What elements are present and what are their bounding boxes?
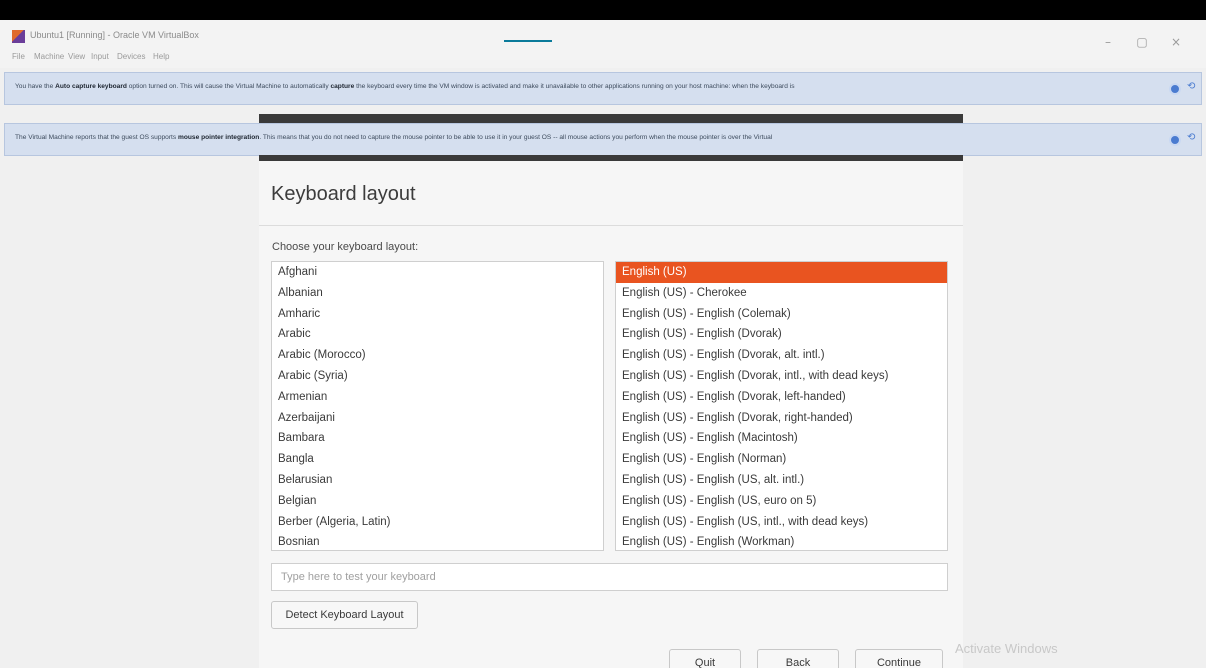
- dismiss-notice-icon[interactable]: ⟲: [1187, 81, 1195, 92]
- menu-devices[interactable]: Devices: [117, 52, 145, 61]
- activate-windows-watermark: Activate Windows: [955, 641, 1058, 656]
- variant-list-item[interactable]: English (US) - English (Dvorak, intl., w…: [616, 366, 947, 387]
- minimize-button[interactable]: –: [1098, 34, 1118, 50]
- mouse-integration-notice: The Virtual Machine reports that the gue…: [4, 123, 1202, 156]
- layout-list[interactable]: Afghani Albanian Amharic Arabic Arabic (…: [271, 261, 604, 551]
- variant-list[interactable]: English (US) English (US) - Cherokee Eng…: [615, 261, 948, 551]
- layout-list-item[interactable]: Belgian: [272, 491, 603, 512]
- continue-button[interactable]: Continue: [855, 649, 943, 668]
- variant-list-item[interactable]: English (US) - English (US, euro on 5): [616, 491, 947, 512]
- layout-list-item[interactable]: Bangla: [272, 449, 603, 470]
- quit-button[interactable]: Quit: [669, 649, 741, 668]
- menu-file[interactable]: File: [12, 52, 25, 61]
- variant-list-item[interactable]: English (US) - English (Colemak): [616, 304, 947, 325]
- choose-layout-label: Choose your keyboard layout:: [272, 241, 419, 253]
- layout-list-item[interactable]: Armenian: [272, 387, 603, 408]
- menu-help[interactable]: Help: [153, 52, 169, 61]
- close-button[interactable]: ×: [1166, 34, 1186, 50]
- layout-list-item[interactable]: Albanian: [272, 283, 603, 304]
- top-black-bar: [0, 0, 1206, 20]
- variant-list-item-selected[interactable]: English (US): [616, 262, 947, 283]
- titlebar-accent: [504, 40, 552, 42]
- info-icon[interactable]: [1169, 83, 1181, 95]
- layout-list-item[interactable]: Berber (Algeria, Latin): [272, 512, 603, 533]
- variant-list-item[interactable]: English (US) - Cherokee: [616, 283, 947, 304]
- keyboard-layout-page: Keyboard layout Choose your keyboard lay…: [259, 161, 963, 668]
- window-title: Ubuntu1 [Running] - Oracle VM VirtualBox: [30, 30, 199, 40]
- layout-list-item[interactable]: Azerbaijani: [272, 408, 603, 429]
- menu-view[interactable]: View: [68, 52, 85, 61]
- info-icon[interactable]: [1169, 134, 1181, 146]
- layout-list-item[interactable]: Arabic: [272, 324, 603, 345]
- variant-list-item[interactable]: English (US) - English (US, intl., with …: [616, 512, 947, 533]
- layout-list-item[interactable]: Belarusian: [272, 470, 603, 491]
- variant-list-item[interactable]: English (US) - English (Dvorak, right-ha…: [616, 408, 947, 429]
- detect-keyboard-layout-button[interactable]: Detect Keyboard Layout: [271, 601, 418, 629]
- variant-list-item[interactable]: English (US) - English (Workman): [616, 532, 947, 550]
- menubar: File Machine View Input Devices Help: [0, 50, 1206, 68]
- variant-list-item[interactable]: English (US) - English (Dvorak): [616, 324, 947, 345]
- menu-input[interactable]: Input: [91, 52, 109, 61]
- variant-list-item[interactable]: English (US) - English (Norman): [616, 449, 947, 470]
- virtualbox-icon: [12, 30, 25, 43]
- layout-list-item[interactable]: Bambara: [272, 428, 603, 449]
- maximize-button[interactable]: ▢: [1132, 34, 1152, 50]
- variant-list-item[interactable]: English (US) - English (Dvorak, alt. int…: [616, 345, 947, 366]
- title-divider: [259, 225, 963, 226]
- dismiss-notice-icon[interactable]: ⟲: [1187, 132, 1195, 143]
- variant-list-item[interactable]: English (US) - English (Macintosh): [616, 428, 947, 449]
- menu-machine[interactable]: Machine: [34, 52, 64, 61]
- variant-list-item[interactable]: English (US) - English (Dvorak, left-han…: [616, 387, 947, 408]
- page-title: Keyboard layout: [271, 183, 416, 205]
- keyboard-test-input[interactable]: [271, 563, 948, 591]
- layout-list-item[interactable]: Bosnian: [272, 532, 603, 550]
- layout-list-item[interactable]: Arabic (Morocco): [272, 345, 603, 366]
- layout-list-item[interactable]: Amharic: [272, 304, 603, 325]
- back-button[interactable]: Back: [757, 649, 839, 668]
- keyboard-notice-text: You have the Auto capture keyboard optio…: [15, 83, 795, 90]
- layout-list-item[interactable]: Arabic (Syria): [272, 366, 603, 387]
- window-titlebar: Ubuntu1 [Running] - Oracle VM VirtualBox…: [0, 20, 1206, 50]
- keyboard-capture-notice: You have the Auto capture keyboard optio…: [4, 72, 1202, 105]
- variant-list-item[interactable]: English (US) - English (US, alt. intl.): [616, 470, 947, 491]
- mouse-notice-text: The Virtual Machine reports that the gue…: [15, 134, 773, 141]
- layout-list-item[interactable]: Afghani: [272, 262, 603, 283]
